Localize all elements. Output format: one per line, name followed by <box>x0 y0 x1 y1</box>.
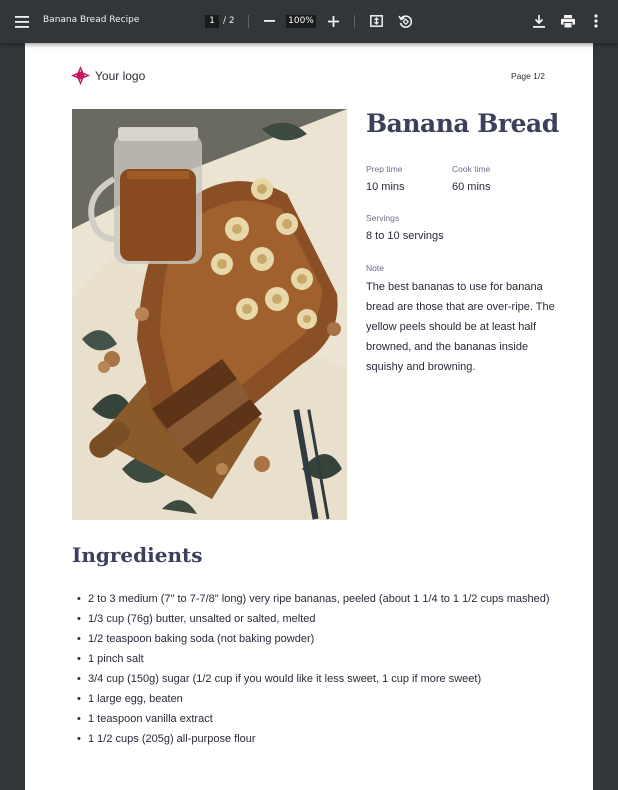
document-title: Banana Bread Recipe <box>43 15 140 25</box>
page-label: Page 1/2 <box>510 71 545 81</box>
list-item: 1/2 teaspoon baking soda (not baking pow… <box>77 629 552 649</box>
servings-value: 8 to 10 servings <box>366 230 444 242</box>
menu-icon[interactable] <box>12 12 32 32</box>
pdf-page: Your logo Page 1/2 Banana Bread Prep tim… <box>25 43 593 790</box>
zoom-out-icon[interactable] <box>261 13 277 29</box>
prep-time-label: Prep time <box>366 164 403 174</box>
cook-time-value: 60 mins <box>452 181 491 193</box>
pdf-toolbar: Banana Bread Recipe 1 / 2 100% <box>0 0 618 43</box>
more-vert-icon[interactable] <box>588 12 604 30</box>
zoom-input[interactable]: 100% <box>286 15 316 28</box>
list-item: 2 to 3 medium (7" to 7-7/8" long) very r… <box>77 589 552 609</box>
note-label: Note <box>366 263 384 273</box>
list-item: 3/4 cup (150g) sugar (1/2 cup if you wou… <box>77 669 552 689</box>
banana-bread-photo <box>72 109 347 520</box>
ingredients-list: 2 to 3 medium (7" to 7-7/8" long) very r… <box>77 589 552 749</box>
list-item: 1 pinch salt <box>77 649 552 669</box>
recipe-title: Banana Bread <box>366 109 559 138</box>
cook-time-label: Cook time <box>452 164 491 174</box>
note-text: The best bananas to use for banana bread… <box>366 281 555 373</box>
toolbar-divider <box>354 15 355 28</box>
servings-label: Servings <box>366 213 400 223</box>
list-item: 1 1/2 cups (205g) all-purpose flour <box>77 729 552 749</box>
page-number-input[interactable]: 1 <box>205 15 219 28</box>
fit-to-page-icon[interactable] <box>368 13 384 29</box>
list-item: 1 large egg, beaten <box>77 689 552 709</box>
download-icon[interactable] <box>531 13 547 29</box>
page-total: / 2 <box>223 16 235 26</box>
print-icon[interactable] <box>559 12 577 30</box>
list-item: 1/3 cup (76g) butter, unsalted or salted… <box>77 609 552 629</box>
logo: Your logo <box>71 66 145 85</box>
prep-time-value: 10 mins <box>366 181 405 193</box>
ingredients-heading: Ingredients <box>72 543 203 567</box>
logo-text: Your logo <box>95 68 146 83</box>
rotate-icon[interactable] <box>396 12 414 30</box>
zoom-in-icon[interactable] <box>325 13 341 29</box>
logo-icon <box>71 66 90 85</box>
list-item: 1 teaspoon vanilla extract <box>77 709 552 729</box>
toolbar-divider <box>248 15 249 28</box>
